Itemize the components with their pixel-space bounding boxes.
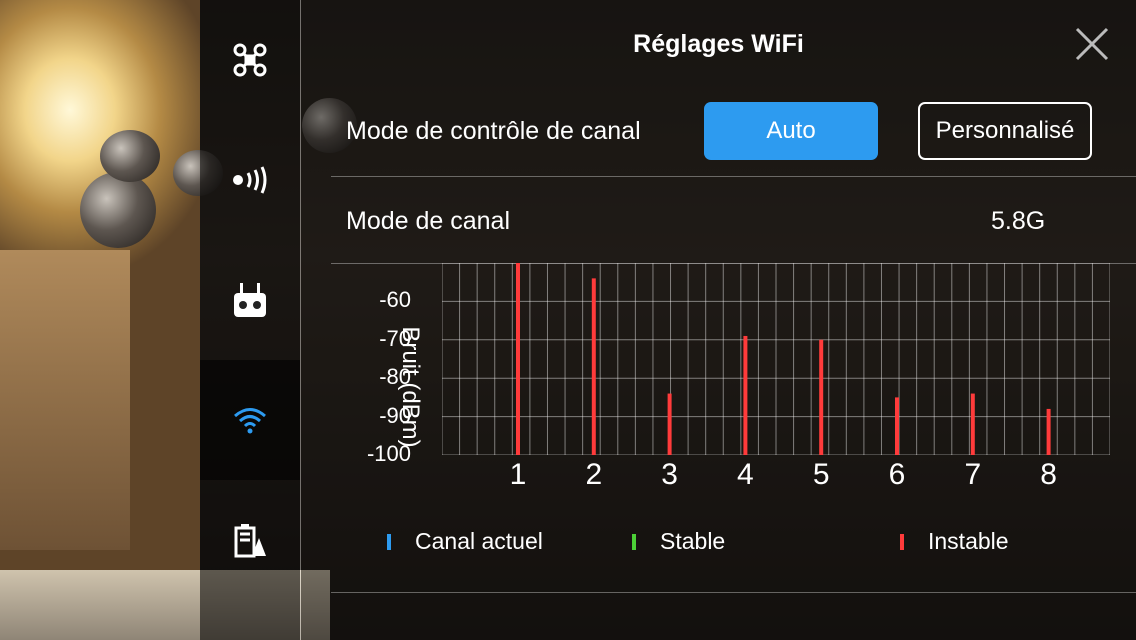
channel-control-label: Mode de contrôle de canal — [346, 117, 641, 145]
sidebar-item-battery[interactable] — [200, 480, 300, 600]
custom-button[interactable]: Personnalisé — [918, 102, 1092, 160]
legend-current: Canal actuel — [387, 528, 543, 555]
chart-bar — [819, 339, 824, 455]
chart-bar — [895, 397, 899, 455]
background-lamp — [100, 130, 160, 182]
background-wall — [0, 250, 130, 550]
channel-mode-value: 5.8G — [991, 207, 1046, 235]
remote-signal-icon — [233, 166, 267, 194]
y-tick-label: -100 — [366, 441, 411, 466]
noise-chart — [442, 263, 1110, 455]
x-tick-label: 5 — [812, 458, 830, 491]
sidebar-item-aircraft[interactable] — [200, 0, 300, 120]
background-lamp — [80, 172, 156, 248]
x-tick-label: 3 — [661, 458, 678, 491]
divider — [331, 592, 1136, 593]
x-tick-label: 1 — [509, 458, 527, 491]
chart-bar — [667, 393, 672, 455]
close-icon[interactable] — [1074, 26, 1110, 62]
wifi-settings-panel: Réglages WiFi Mode de contrôle de canal … — [301, 0, 1136, 640]
x-tick-label: 2 — [585, 458, 603, 491]
chart-bar — [1046, 408, 1051, 455]
aircraft-icon — [233, 43, 267, 77]
remote-controller-icon — [234, 283, 266, 317]
legend-label: Instable — [928, 528, 1009, 554]
wifi-icon — [234, 408, 266, 434]
legend-label: Stable — [660, 528, 726, 554]
divider — [331, 176, 1136, 177]
y-tick-label: -60 — [379, 287, 411, 313]
battery-icon — [234, 524, 266, 558]
page-title: Réglages WiFi — [633, 30, 804, 58]
y-tick-label: -80 — [379, 364, 411, 390]
x-tick-label: 7 — [964, 458, 982, 491]
sidebar-item-remote-signal[interactable] — [200, 120, 300, 240]
y-tick-label: -90 — [379, 402, 411, 428]
x-tick-label: 4 — [737, 458, 754, 491]
chart-bar — [743, 335, 748, 455]
x-tick-label: 6 — [888, 458, 906, 491]
sidebar-item-remote-controller[interactable] — [200, 240, 300, 360]
legend-swatch-unstable — [900, 533, 904, 550]
auto-button[interactable]: Auto — [704, 102, 878, 160]
legend-stable: Stable — [632, 528, 725, 555]
sidebar-item-wifi[interactable] — [200, 360, 300, 480]
y-tick-label: -70 — [379, 325, 411, 351]
chart-bar — [970, 393, 975, 455]
x-tick-label: 8 — [1040, 458, 1057, 491]
legend-unstable: Instable — [900, 528, 1009, 555]
chart-bar — [591, 278, 596, 455]
legend-label: Canal actuel — [415, 528, 543, 554]
legend-swatch-stable — [632, 533, 636, 550]
channel-mode-label: Mode de canal — [346, 207, 511, 235]
legend-swatch-current — [387, 533, 391, 550]
chart-bar — [516, 263, 520, 455]
settings-sidebar — [200, 0, 300, 640]
